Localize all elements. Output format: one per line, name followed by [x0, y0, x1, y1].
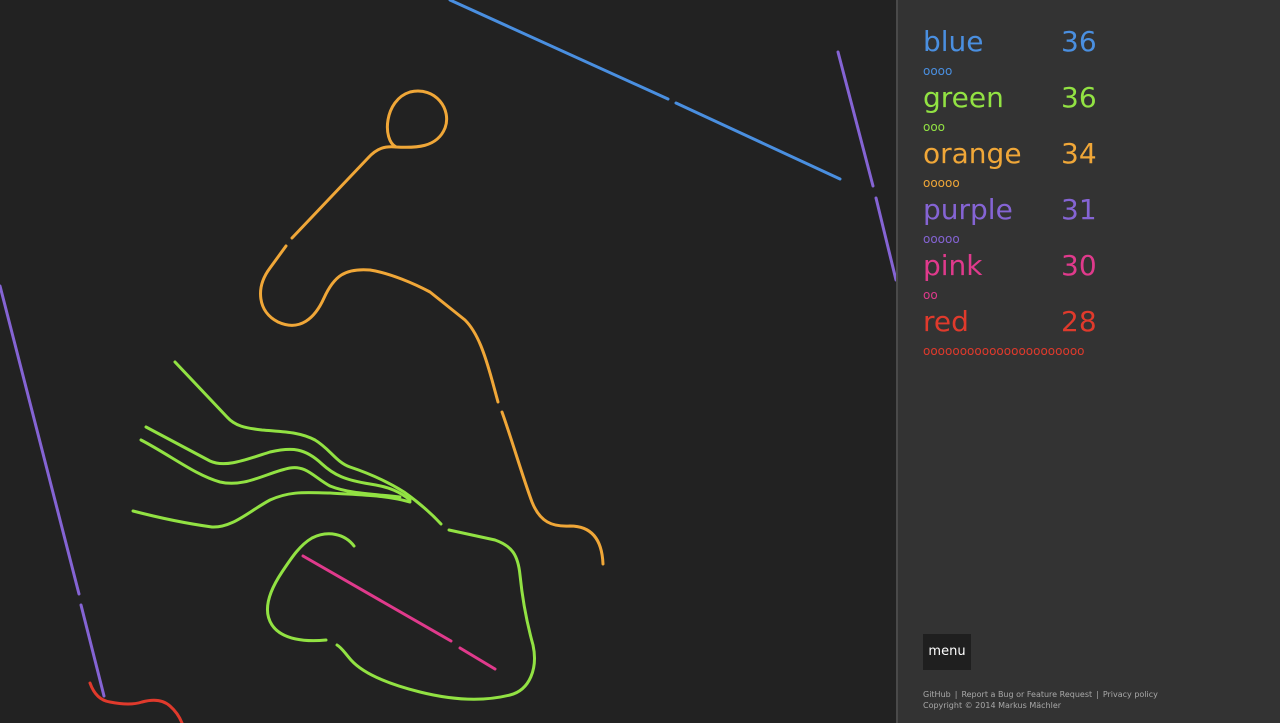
- purple-trail: [0, 50, 896, 698]
- player-name: green: [923, 81, 1004, 114]
- player-row-purple: purple 31 ooooo: [923, 190, 1263, 246]
- sidebar: blue 36 oooo green 36 ooo orange 34 ooooo purple 3…: [896, 0, 1280, 723]
- player-name: pink: [923, 249, 983, 282]
- report-bug-link[interactable]: Report a Bug or Feature Request: [961, 690, 1092, 699]
- footer: GitHub | Report a Bug or Feature Request | P…: [923, 689, 1158, 711]
- privacy-policy-link[interactable]: Privacy policy: [1103, 690, 1158, 699]
- player-score: 34: [1061, 137, 1097, 170]
- achtung-game-app: blue 36 oooo green 36 ooo orange 34 ooooo purple 3…: [0, 0, 1280, 723]
- footer-separator: |: [1096, 690, 1099, 699]
- player-row-red: red 28 oooooooooooooooooooooo: [923, 302, 1263, 358]
- menu-button[interactable]: menu: [923, 634, 971, 670]
- player-score: 28: [1061, 305, 1097, 338]
- player-score: 36: [1061, 25, 1097, 58]
- player-lives: ooooo: [923, 232, 960, 246]
- player-lives: ooo: [923, 120, 946, 134]
- player-score: 31: [1061, 193, 1097, 226]
- github-link[interactable]: GitHub: [923, 690, 951, 699]
- player-row-pink: pink 30 oo: [923, 246, 1263, 302]
- footer-links: GitHub | Report a Bug or Feature Request | P…: [923, 689, 1158, 700]
- green-trail: [131, 360, 536, 701]
- player-lives: oooooooooooooooooooooo: [923, 344, 1085, 358]
- player-row-green: green 36 ooo: [923, 78, 1263, 134]
- pink-trail: [301, 554, 497, 671]
- blue-trail: [448, 0, 842, 181]
- red-trail: [88, 681, 184, 723]
- game-canvas[interactable]: [0, 0, 896, 723]
- player-lives: oooo: [923, 64, 953, 78]
- player-score: 30: [1061, 249, 1097, 282]
- copyright-text: Copyright © 2014 Markus Mächler: [923, 701, 1062, 710]
- trails-layer: [0, 0, 896, 723]
- player-lives: ooooo: [923, 176, 960, 190]
- scoreboard: blue 36 oooo green 36 ooo orange 34 ooooo purple 3…: [923, 22, 1263, 358]
- footer-separator: |: [954, 690, 958, 699]
- player-row-blue: blue 36 oooo: [923, 22, 1263, 78]
- player-score: 36: [1061, 81, 1097, 114]
- player-name: orange: [923, 137, 1022, 170]
- player-name: blue: [923, 25, 984, 58]
- player-name: purple: [923, 193, 1013, 226]
- player-name: red: [923, 305, 969, 338]
- player-row-orange: orange 34 ooooo: [923, 134, 1263, 190]
- player-lives: oo: [923, 288, 938, 302]
